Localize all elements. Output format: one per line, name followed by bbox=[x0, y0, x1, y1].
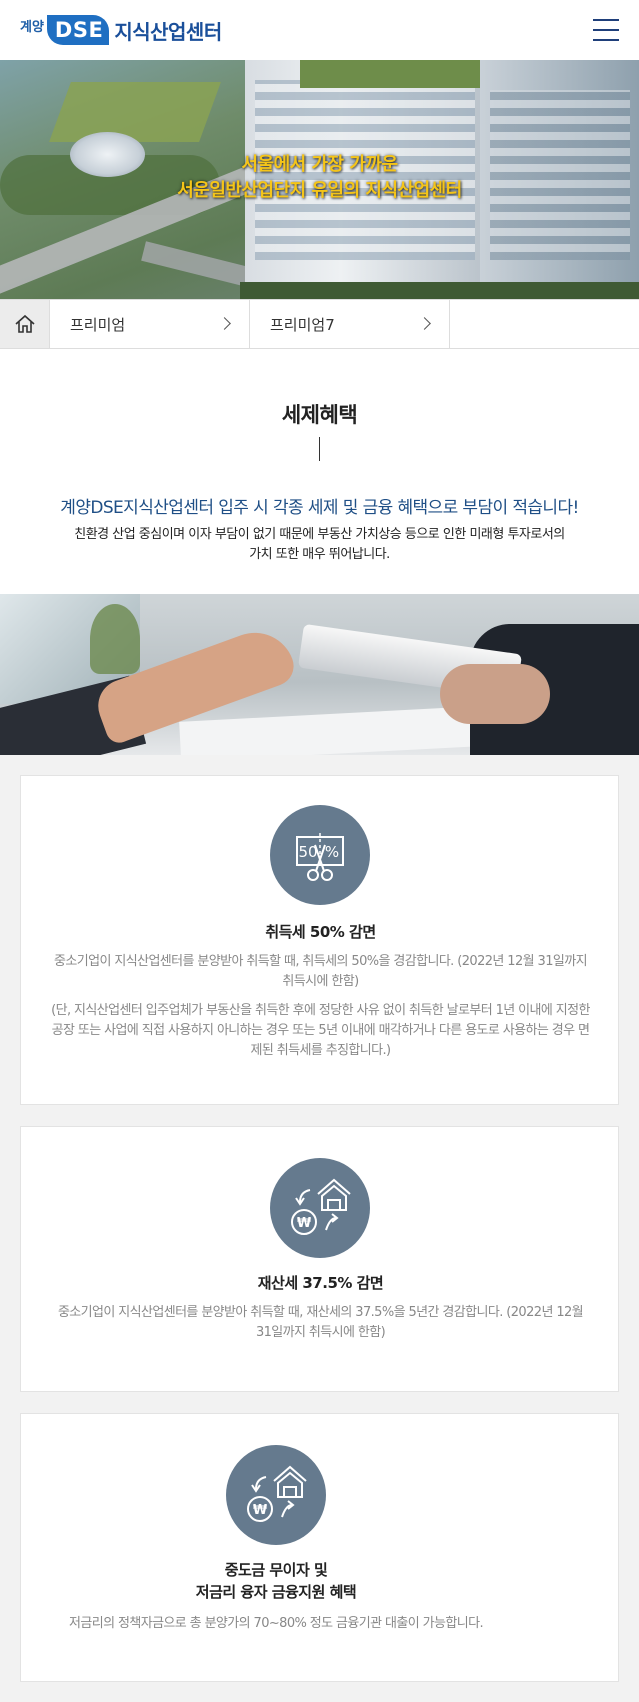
intro-lead: 계양DSE지식산업센터 입주 시 각종 세제 및 금융 혜택으로 부담이 적습니… bbox=[60, 498, 579, 518]
benefit-card-financing: ₩ 중도금 무이자 및 저금리 융자 금융지원 혜택 저금리의 정책자금으로 총… bbox=[20, 1413, 619, 1682]
property-money-exchange-icon: ₩ bbox=[270, 1158, 370, 1258]
hero-park-image bbox=[49, 82, 221, 142]
logo-dse-badge: DSE bbox=[46, 15, 110, 45]
breadcrumb-label: 프리미엄7 bbox=[270, 315, 335, 334]
svg-text:₩: ₩ bbox=[297, 1216, 312, 1231]
breadcrumb-label: 프리미엄 bbox=[70, 315, 126, 334]
hero-headline-line2: 서운일반산업단지 유일의 지식산업센터 bbox=[177, 180, 462, 201]
benefit-desc: 중소기업이 지식산업센터를 분양받아 취득할 때, 취득세의 50%을 경감합니… bbox=[54, 954, 588, 989]
hero-headline-line1: 서울에서 가장 가까운 bbox=[241, 154, 398, 175]
hero-headline: 서울에서 가장 가까운 서운일반산업단지 유일의 지식산업센터 bbox=[0, 152, 639, 204]
site-header: 계양 DSE 지식산업센터 bbox=[0, 0, 639, 60]
title-divider bbox=[319, 437, 320, 461]
breadcrumb-item-premium[interactable]: 프리미엄 bbox=[50, 300, 250, 348]
benefit-title: 취득세 50% 감면 bbox=[265, 923, 376, 941]
logo-text: 지식산업센터 bbox=[114, 19, 222, 44]
business-meeting-photo bbox=[0, 594, 639, 755]
benefit-note: (단, 지식산업센터 입주업체가 부동산을 취득한 후에 정당한 사유 없이 취… bbox=[51, 1003, 590, 1058]
hero-banner: 서울에서 가장 가까운 서운일반산업단지 유일의 지식산업센터 bbox=[0, 60, 639, 299]
benefit-title-line2: 저금리 융자 금융지원 혜택 bbox=[195, 1583, 357, 1601]
chevron-right-icon bbox=[218, 317, 231, 330]
breadcrumb: 프리미엄 프리미엄7 bbox=[0, 299, 639, 349]
home-icon[interactable] bbox=[0, 300, 50, 348]
site-logo[interactable]: 계양 DSE 지식산업센터 bbox=[20, 10, 222, 50]
intro-sub: 친환경 산업 중심이며 이자 부담이 없기 때문에 부동산 가치상승 등으로 인… bbox=[74, 527, 565, 562]
benefit-card-acquisition-tax: 50 % 취득세 50% 감면 중소기업이 지식산업센터를 분양받아 취득할 때… bbox=[20, 775, 619, 1105]
benefit-title-line1: 중도금 무이자 및 bbox=[224, 1561, 328, 1579]
logo-small-text: 계양 bbox=[20, 19, 44, 35]
benefit-title: 재산세 37.5% 감면 bbox=[257, 1274, 384, 1292]
benefit-desc: 중소기업이 지식산업센터를 분양받아 취득할 때, 재산세의 37.5%을 5년… bbox=[57, 1305, 584, 1340]
tax-benefit-intro: 세제혜택 계양DSE지식산업센터 입주 시 각종 세제 및 금융 혜택으로 부담… bbox=[0, 349, 639, 594]
breadcrumb-item-premium7[interactable]: 프리미엄7 bbox=[250, 300, 450, 348]
benefit-title: 중도금 무이자 및 저금리 융자 금융지원 혜택 bbox=[21, 1559, 531, 1603]
svg-text:₩: ₩ bbox=[253, 1503, 268, 1518]
svg-text:%: % bbox=[325, 843, 339, 861]
property-money-exchange-icon: ₩ bbox=[226, 1445, 326, 1545]
page-title: 세제혜택 bbox=[281, 403, 358, 427]
discount-coupon-icon: 50 % bbox=[270, 805, 370, 905]
benefit-desc: 저금리의 정책자금으로 총 분양가의 70~80% 정도 금융기관 대출이 가능… bbox=[69, 1616, 484, 1631]
benefit-card-property-tax: ₩ 재산세 37.5% 감면 중소기업이 지식산업센터를 분양받아 취득할 때,… bbox=[20, 1126, 619, 1392]
hamburger-menu-icon[interactable] bbox=[593, 19, 619, 41]
chevron-right-icon bbox=[418, 317, 431, 330]
